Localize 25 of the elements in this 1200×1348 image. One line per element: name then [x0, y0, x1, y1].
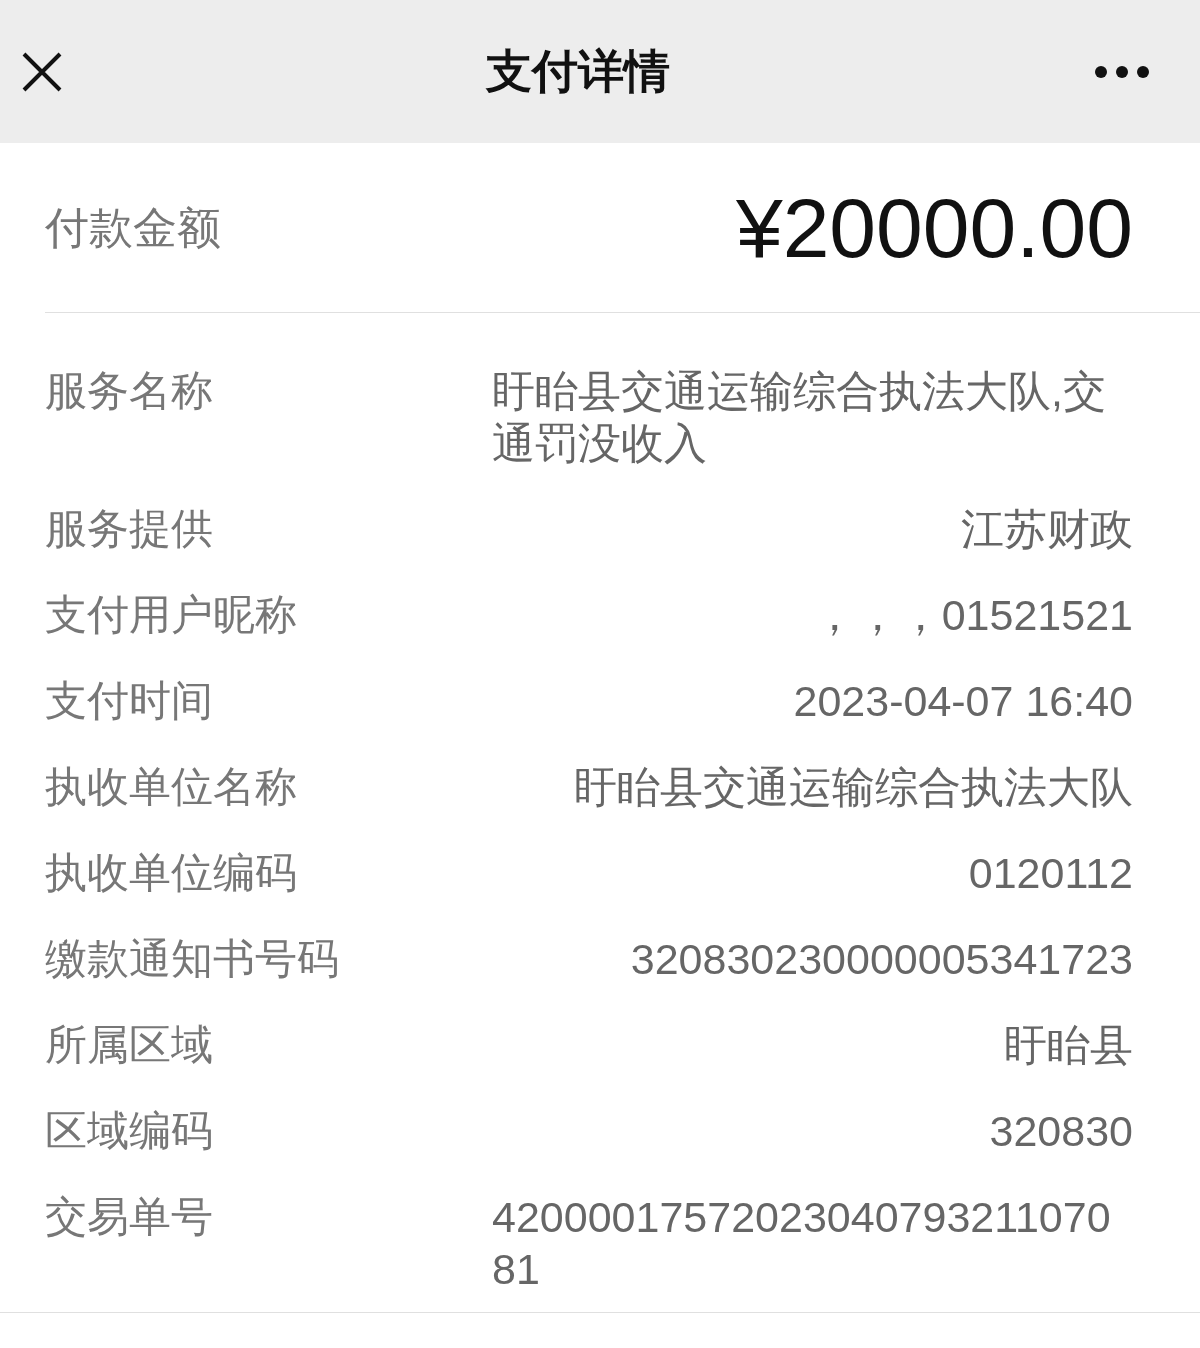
detail-label: 执收单位名称 — [45, 762, 297, 812]
close-icon[interactable] — [22, 51, 62, 92]
detail-label: 服务提供 — [45, 504, 213, 554]
detail-value: 320830 — [989, 1106, 1133, 1157]
more-icon[interactable] — [1094, 64, 1150, 79]
detail-value: 4200001757202304079321107081 — [492, 1192, 1112, 1295]
detail-label: 交易单号 — [45, 1192, 213, 1242]
detail-value: 320830230000005341723 — [630, 934, 1133, 985]
detail-value: 江苏财政 — [961, 504, 1133, 555]
detail-label: 执收单位编码 — [45, 848, 297, 898]
amount-value: ¥20000.00 — [735, 179, 1133, 277]
detail-value: 盱眙县交通运输综合执法大队 — [574, 762, 1133, 813]
page-title: 支付详情 — [486, 44, 670, 99]
detail-value: 2023-04-07 16:40 — [793, 676, 1133, 727]
amount-label: 付款金额 — [45, 201, 221, 254]
detail-value: ，，，01521521 — [812, 590, 1133, 641]
detail-label: 支付时间 — [45, 676, 213, 726]
detail-value: 盱眙县 — [1004, 1020, 1133, 1071]
detail-label: 服务名称 — [45, 366, 213, 416]
detail-value: 0120112 — [968, 848, 1133, 899]
detail-label: 所属区域 — [45, 1020, 213, 1070]
detail-label: 缴款通知书号码 — [45, 934, 339, 984]
detail-value: 盱眙县交通运输综合执法大队,交通罚没收入 — [492, 366, 1107, 469]
detail-label: 区域编码 — [45, 1106, 213, 1156]
detail-label: 支付用户昵称 — [45, 590, 297, 640]
